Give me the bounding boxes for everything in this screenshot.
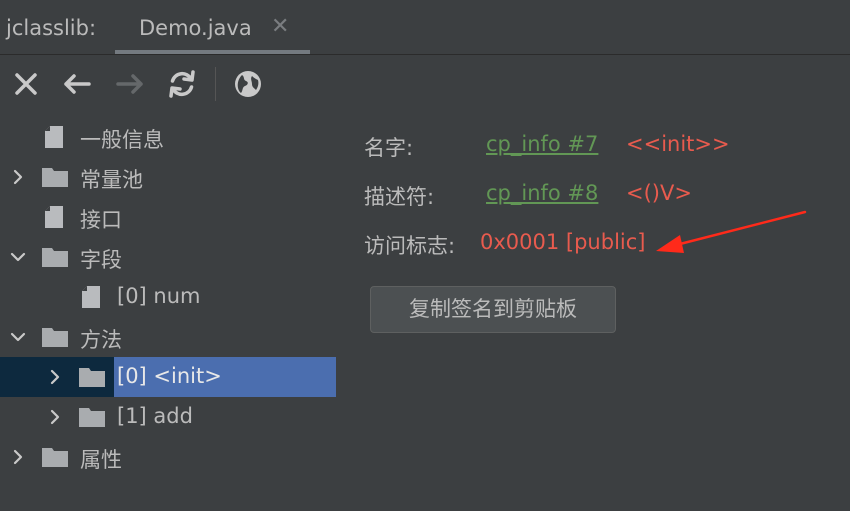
annotation-arrow-icon bbox=[656, 210, 807, 253]
